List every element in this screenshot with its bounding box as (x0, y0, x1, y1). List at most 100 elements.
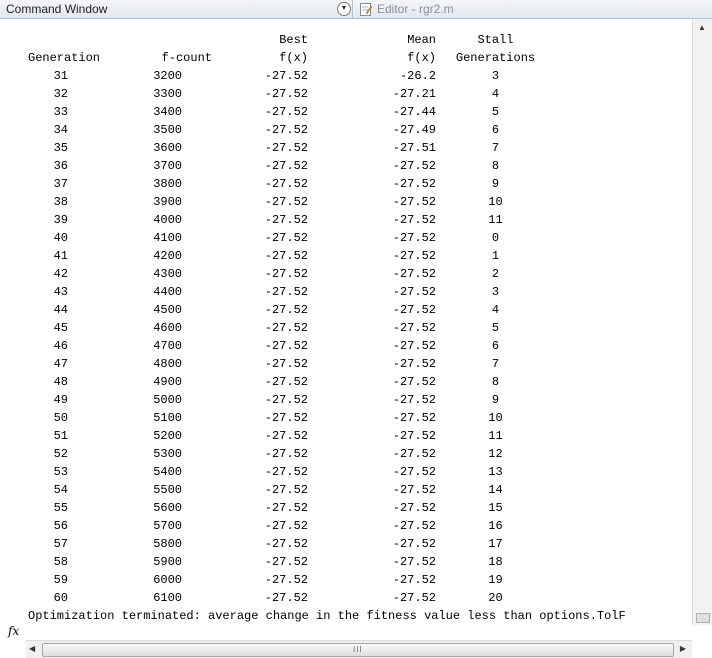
cell-generation: 32 (53, 87, 68, 101)
cell-generation: 44 (53, 303, 68, 317)
cell-stall-generations: 0 (491, 231, 500, 245)
horizontal-scroll-thumb[interactable]: III (42, 643, 674, 657)
cell-best-fx: -27.52 (264, 357, 308, 371)
cell-stall-generations: 17 (488, 537, 503, 551)
cell-stall-generations: 10 (488, 195, 503, 209)
cell-best-fx: -27.52 (264, 591, 308, 605)
cell-mean-fx: -27.49 (392, 123, 436, 137)
cell-mean-fx: -27.21 (392, 87, 436, 101)
cell-stall-generations: 2 (491, 267, 500, 281)
cell-mean-fx: -27.52 (392, 465, 436, 479)
cell-fcount: 5700 (153, 519, 182, 533)
cell-fcount: 4300 (153, 267, 182, 281)
cell-generation: 60 (53, 591, 68, 605)
cell-best-fx: -27.52 (264, 69, 308, 83)
cell-mean-fx: -27.52 (392, 411, 436, 425)
cell-fcount: 4000 (153, 213, 182, 227)
cell-generation: 48 (53, 375, 68, 389)
cell-stall-generations: 3 (491, 285, 500, 299)
cell-generation: 35 (53, 141, 68, 155)
cell-generation: 55 (53, 501, 68, 515)
cell-mean-fx: -27.52 (392, 483, 436, 497)
cell-fcount: 5800 (153, 537, 182, 551)
cell-fcount: 5300 (153, 447, 182, 461)
cell-stall-generations: 12 (488, 447, 503, 461)
cell-fcount: 4900 (153, 375, 182, 389)
cell-fcount: 3300 (153, 87, 182, 101)
cell-fcount: 5400 (153, 465, 182, 479)
cell-mean-fx: -27.52 (392, 267, 436, 281)
header-best: Best (279, 33, 308, 47)
cell-mean-fx: -26.2 (399, 69, 436, 83)
cell-best-fx: -27.52 (264, 393, 308, 407)
vertical-scroll-thumb[interactable] (696, 613, 710, 623)
horizontal-scrollbar[interactable]: ◀ III ▶ (26, 640, 692, 658)
cell-generation: 38 (53, 195, 68, 209)
cell-generation: 36 (53, 159, 68, 173)
cell-stall-generations: 1 (491, 249, 500, 263)
cell-mean-fx: -27.52 (392, 501, 436, 515)
cell-best-fx: -27.52 (264, 411, 308, 425)
cell-mean-fx: -27.52 (392, 213, 436, 227)
editor-tab[interactable]: Editor - rgr2.m (360, 2, 454, 16)
cell-stall-generations: 10 (488, 411, 503, 425)
cell-generation: 40 (53, 231, 68, 245)
cell-stall-generations: 20 (488, 591, 503, 605)
editor-tab-label: Editor - rgr2.m (377, 2, 454, 16)
cell-generation: 57 (53, 537, 68, 551)
cell-best-fx: -27.52 (264, 429, 308, 443)
cell-mean-fx: -27.52 (392, 285, 436, 299)
cell-stall-generations: 8 (491, 375, 500, 389)
vertical-scrollbar[interactable]: ▲ (692, 19, 712, 625)
cell-fcount: 6100 (153, 591, 182, 605)
cell-stall-generations: 11 (488, 429, 503, 443)
cell-stall-generations: 7 (491, 357, 500, 371)
cell-fcount: 3900 (153, 195, 182, 209)
cell-generation: 43 (53, 285, 68, 299)
cell-best-fx: -27.52 (264, 537, 308, 551)
header-row-2: Generation f-count f(x) f(x) Generations (28, 49, 535, 67)
cell-fcount: 3800 (153, 177, 182, 191)
cell-fcount: 5900 (153, 555, 182, 569)
cell-best-fx: -27.52 (264, 375, 308, 389)
cell-mean-fx: -27.52 (392, 537, 436, 551)
cell-best-fx: -27.52 (264, 285, 308, 299)
cell-mean-fx: -27.52 (392, 249, 436, 263)
cell-best-fx: -27.52 (264, 105, 308, 119)
cell-mean-fx: -27.52 (392, 177, 436, 191)
cell-stall-generations: 11 (488, 213, 503, 227)
fx-prompt-icon: fx (8, 624, 20, 638)
cell-stall-generations: 6 (491, 339, 500, 353)
cell-stall-generations: 4 (491, 87, 500, 101)
scroll-grip-icon: III (353, 645, 363, 654)
header-row-1: Best Mean Stall (28, 31, 513, 49)
cell-best-fx: -27.52 (264, 177, 308, 191)
cell-generation: 52 (53, 447, 68, 461)
header-generation: Generation (28, 51, 101, 65)
title-bar: Command Window ▼ Editor - rgr2.m (0, 0, 712, 19)
cell-generation: 33 (53, 105, 68, 119)
scroll-right-icon[interactable]: ▶ (680, 644, 686, 653)
scroll-left-icon[interactable]: ◀ (29, 644, 35, 653)
header-stall-generations: Generations (455, 51, 536, 65)
cell-fcount: 4400 (153, 285, 182, 299)
cell-stall-generations: 3 (491, 69, 500, 83)
cell-best-fx: -27.52 (264, 249, 308, 263)
cell-fcount: 3500 (153, 123, 182, 137)
header-mean-fx: f(x) (407, 51, 436, 65)
cell-best-fx: -27.52 (264, 123, 308, 137)
cell-fcount: 4700 (153, 339, 182, 353)
cell-stall-generations: 15 (488, 501, 503, 515)
cell-stall-generations: 14 (488, 483, 503, 497)
cell-fcount: 5500 (153, 483, 182, 497)
cell-generation: 42 (53, 267, 68, 281)
cell-generation: 37 (53, 177, 68, 191)
command-window-output[interactable]: Best Mean Stall Generation f-count f(x) … (0, 19, 692, 639)
window-menu-button[interactable]: ▼ (337, 2, 351, 16)
cell-stall-generations: 13 (488, 465, 503, 479)
scroll-up-icon[interactable]: ▲ (698, 23, 706, 32)
cell-best-fx: -27.52 (264, 519, 308, 533)
cell-generation: 34 (53, 123, 68, 137)
cell-fcount: 5600 (153, 501, 182, 515)
cell-generation: 47 (53, 357, 68, 371)
